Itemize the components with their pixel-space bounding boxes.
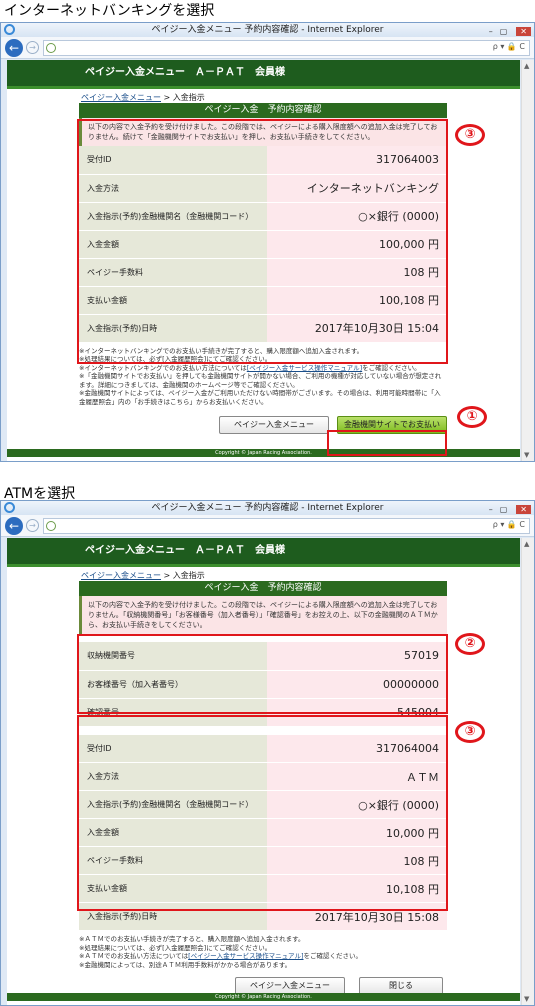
breadcrumb-separator: > (163, 93, 171, 102)
panel-title: ペイジー入金 予約内容確認 (79, 103, 447, 118)
scroll-down-icon[interactable]: ▼ (524, 451, 529, 459)
footnote: ※金融機関によっては、別途ＡＴＭ利用手数料がかかる場合があります。 (79, 960, 292, 969)
browser-window: ペイジー入金メニュー 予約内容確認 - Internet Explorer –▢… (0, 22, 535, 462)
scroll-down-icon[interactable]: ▼ (524, 995, 529, 1003)
footnote: ※「金融機関サイトでお支払い」を押しても金融機関サイトが開かない場合、ご利用の機… (79, 372, 442, 389)
footnote-text: ※ＡＴＭでのお支払い方法については (79, 952, 189, 960)
page-icon (46, 521, 56, 531)
highlight-box-details (77, 119, 448, 364)
ie-logo-icon (4, 502, 15, 513)
breadcrumb-current: 入金指示 (172, 93, 205, 102)
notice-text: 以下の内容で入金予約を受け付けました。この段階では、ペイジーによる購入限度額への… (79, 596, 447, 634)
highlight-box-pay-button (327, 430, 447, 456)
scroll-up-icon[interactable]: ▲ (524, 62, 529, 70)
nav-bar: ← → ρ ▾ 🔒 C (1, 37, 534, 59)
address-bar[interactable]: ρ ▾ 🔒 C (43, 40, 530, 56)
forward-arrow-icon[interactable]: → (26, 41, 39, 54)
footnote: ※ＡＴＭでのお支払い方法については[ペイジー入金サービス操作マニュアル]をご確認… (79, 952, 447, 961)
page-header: ペイジー入金メニュー Ａ－ＰＡＴ 会員様 (7, 60, 520, 86)
address-tools-icons[interactable]: ρ ▾ 🔒 C (493, 42, 525, 51)
highlight-box-atm-codes (77, 634, 448, 714)
panel-title: ペイジー入金 予約内容確認 (79, 581, 447, 596)
breadcrumb: ペイジー入金メニュー > 入金指示 (7, 567, 520, 581)
highlight-box-details (77, 715, 448, 911)
footnote: ※処理結果については、必ず[入金履歴照会]にてご確認ください。 (79, 943, 272, 952)
payeasy-menu-button[interactable]: ペイジー入金メニュー (219, 416, 329, 434)
title-bar: ペイジー入金メニュー 予約内容確認 - Internet Explorer –▢… (1, 501, 534, 515)
breadcrumb-separator: > (163, 571, 171, 580)
window-title: ペイジー入金メニュー 予約内容確認 - Internet Explorer (151, 503, 384, 513)
callout-badge: ① (457, 406, 487, 428)
callout-badge: ③ (455, 721, 485, 743)
breadcrumb-link-menu[interactable]: ペイジー入金メニュー (81, 93, 161, 102)
scroll-up-icon[interactable]: ▲ (524, 540, 529, 548)
breadcrumb-link-menu[interactable]: ペイジー入金メニュー (81, 571, 161, 580)
window-title: ペイジー入金メニュー 予約内容確認 - Internet Explorer (151, 25, 384, 35)
footnote-text: をご確認ください。 (362, 363, 421, 372)
address-bar[interactable]: ρ ▾ 🔒 C (43, 518, 530, 534)
back-arrow-icon[interactable]: ← (5, 517, 23, 535)
callout-badge: ③ (455, 124, 485, 146)
footnote: ※ＡＴＭでのお支払い手続きが完了すると、購入限度額へ追加入金されます。 (79, 935, 305, 943)
footnote-text: をご確認ください。 (303, 952, 363, 960)
manual-link[interactable]: [ペイジー入金サービス操作マニュアル] (188, 952, 303, 960)
copyright: Copyright © Japan Racing Association. (7, 993, 520, 1001)
callout-badge: ② (455, 633, 485, 655)
breadcrumb: ペイジー入金メニュー > 入金指示 (7, 89, 520, 103)
page-header: ペイジー入金メニュー Ａ－ＰＡＴ 会員様 (7, 538, 520, 564)
forward-arrow-icon[interactable]: → (26, 519, 39, 532)
back-arrow-icon[interactable]: ← (5, 39, 23, 57)
ie-logo-icon (4, 24, 15, 35)
section-heading-internet-banking: インターネットバンキングを選択 (4, 3, 215, 19)
scrollbar[interactable]: ▲ ▼ (521, 60, 534, 461)
footnotes: ※ＡＴＭでのお支払い手続きが完了すると、購入限度額へ追加入金されます。 ※処理結… (79, 935, 447, 969)
footnote: ※インターネットバンキングでのお支払い方法については[ペイジー入金サービス操作マ… (79, 364, 447, 373)
breadcrumb-current: 入金指示 (172, 571, 205, 580)
title-bar: ペイジー入金メニュー 予約内容確認 - Internet Explorer –▢… (1, 23, 534, 37)
browser-window: ペイジー入金メニュー 予約内容確認 - Internet Explorer –▢… (0, 500, 535, 1006)
address-tools-icons[interactable]: ρ ▾ 🔒 C (493, 520, 525, 529)
nav-bar: ← → ρ ▾ 🔒 C (1, 515, 534, 537)
manual-link[interactable]: [ペイジー入金サービス操作マニュアル] (247, 364, 362, 372)
scrollbar[interactable]: ▲ ▼ (521, 538, 534, 1005)
page-icon (46, 43, 56, 53)
footnote: ※金融機関サイトによっては、ペイジー入金がご利用いただけない時間帯がございます。… (79, 389, 441, 406)
footnote-text: ※インターネットバンキングでのお支払い方法については (79, 363, 247, 372)
